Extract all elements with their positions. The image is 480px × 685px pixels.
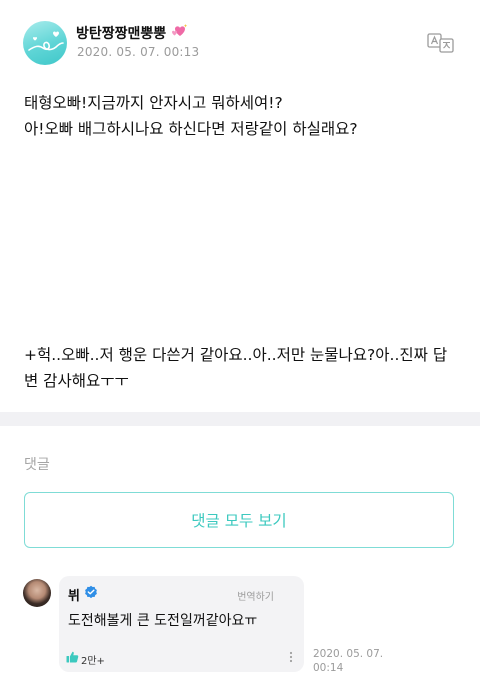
more-options-icon[interactable] [289,651,293,663]
verified-icon [85,585,97,599]
translate-icon[interactable] [427,32,455,54]
avatar[interactable] [23,21,67,65]
username[interactable]: 방탄짱짱맨뿡뿡 [76,22,189,43]
thumbs-up-icon[interactable] [66,651,79,663]
post-date: 2020. 05. 07. 00:13 [77,45,200,59]
comment-avatar[interactable] [23,579,51,607]
comment-date: 2020. 05. 07. 00:14 [313,648,384,674]
view-all-comments-button[interactable]: 댓글 모두 보기 [24,492,454,548]
post-line: 태형오빠!지금까지 안자시고 뭐하세여!? [24,94,283,112]
comment-author[interactable]: 뷔 [68,585,80,604]
username-text: 방탄짱짱맨뿡뿡 [76,26,167,42]
comment-bubble: 뷔 번역하기 도전해볼게 큰 도전일꺼같아요ㅠ 2만+ [59,576,304,672]
post-body: 태형오빠!지금까지 안자시고 뭐하세여!? 아!오빠 배그하시나요 하신다면 저… [24,90,454,142]
post: 방탄짱짱맨뿡뿡 2020. 05. 07. 00:13 태형오빠!지금까지 안자… [0,0,480,412]
section-divider [0,412,480,426]
comment-translate-link[interactable]: 번역하기 [237,588,274,603]
comments-label: 댓글 [24,457,50,473]
post-extra: +헉..오빠..저 행운 다쓴거 같아요..아..저만 눈물나요?아..진짜 답… [24,346,448,390]
sparkling-heart-icon [172,24,188,36]
like-count: 2만+ [81,656,105,667]
comment-text: 도전해볼게 큰 도전일꺼같아요ㅠ [68,613,258,629]
post-line: 아!오빠 배그하시나요 하신다면 저랑같이 하실래요? [24,120,358,138]
